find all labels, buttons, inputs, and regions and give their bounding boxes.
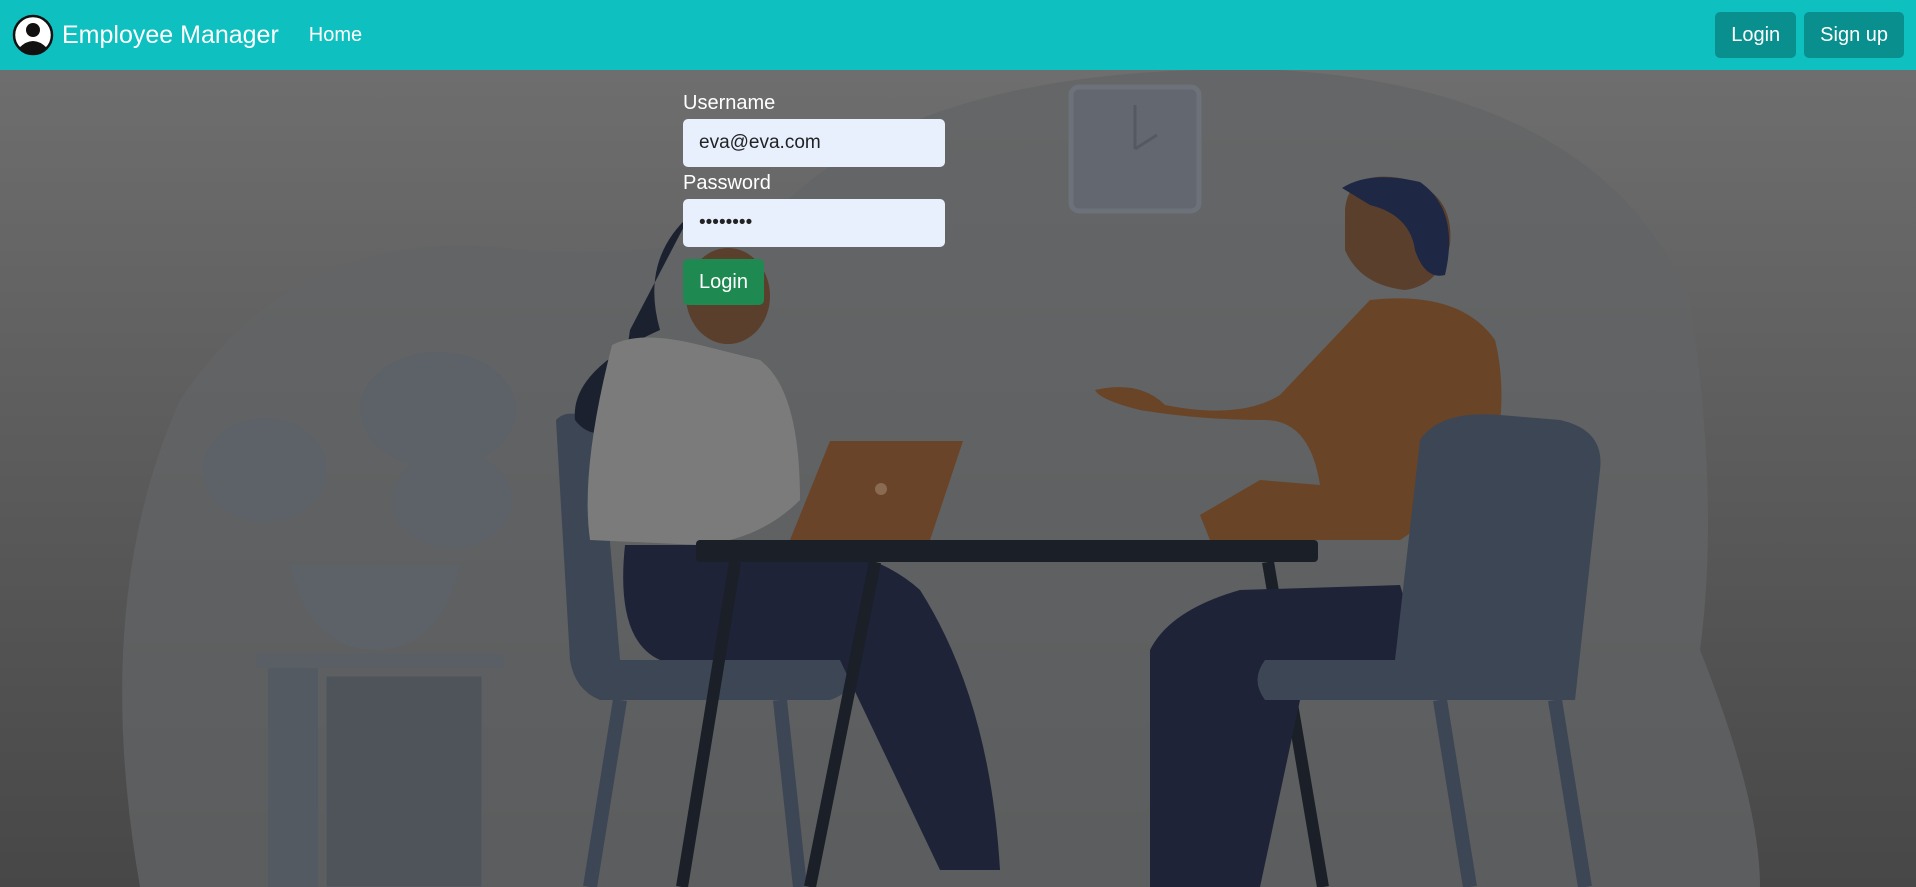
login-form: Username Password Login [683, 92, 945, 305]
clock-illustration [1068, 84, 1202, 214]
background-illustration [0, 70, 1916, 887]
password-label: Password [683, 172, 771, 194]
login-submit-button[interactable]: Login [683, 259, 764, 305]
navbar: Employee Manager Home Login Sign up [0, 0, 1916, 70]
nav-actions: Login Sign up [1715, 12, 1904, 58]
brand-title: Employee Manager [62, 20, 279, 49]
nav-login-button[interactable]: Login [1715, 12, 1797, 58]
brand[interactable]: Employee Manager [12, 14, 279, 56]
password-input[interactable] [683, 199, 945, 247]
user-circle-icon [12, 14, 54, 56]
nav-signup-button[interactable]: Sign up [1804, 12, 1904, 58]
cabinet-illustration [256, 654, 504, 887]
username-input[interactable] [683, 119, 945, 167]
nav-home-link[interactable]: Home [309, 24, 362, 47]
username-label: Username [683, 92, 776, 114]
